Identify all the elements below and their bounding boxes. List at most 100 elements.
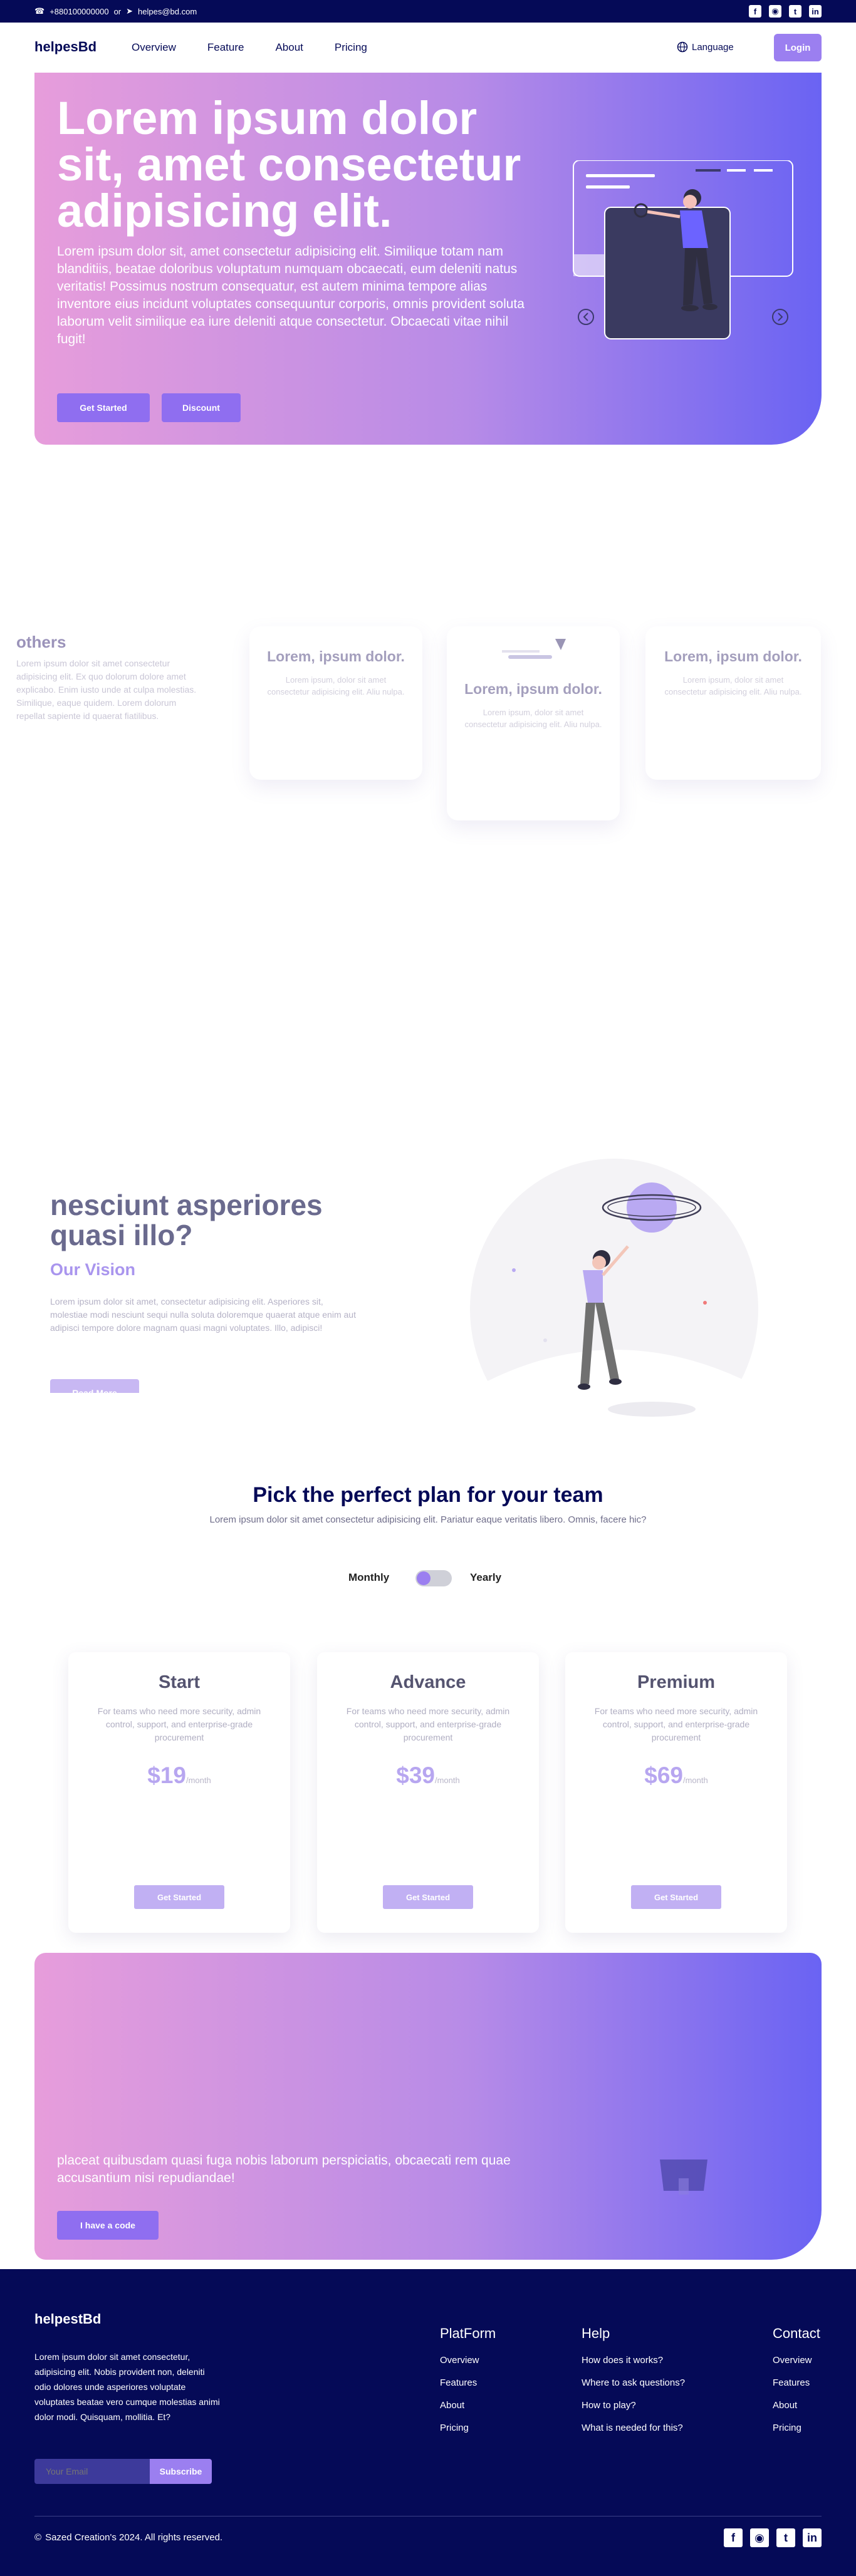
get-started-button[interactable]: Get Started [57, 393, 150, 422]
plan-period: /month [682, 1776, 708, 1785]
plan-amount: $19 [147, 1762, 186, 1788]
nav-about[interactable]: About [275, 41, 303, 54]
linkedin-icon[interactable]: in [803, 2528, 822, 2547]
footer-column-contact: Contact Overview Features About Pricing [773, 2325, 820, 2439]
plan-price: $39/month [317, 1762, 539, 1789]
facebook-icon[interactable]: f [749, 5, 761, 18]
copyright-icon: © [34, 2532, 42, 2543]
plan-price: $69/month [565, 1762, 787, 1789]
footer-link[interactable]: About [773, 2394, 820, 2417]
service-card-title: Lorem, ipsum dolor. [267, 648, 405, 665]
have-code-button[interactable]: I have a code [57, 2211, 159, 2240]
hero-title: Lorem ipsum dolor sit, amet consectetur … [57, 92, 521, 237]
plan-period: /month [185, 1776, 211, 1785]
plan-get-started-button[interactable]: Get Started [383, 1885, 473, 1909]
plan-get-started-button[interactable]: Get Started [134, 1885, 224, 1909]
service-card-text: Lorem ipsum, dolor sit amet consectetur … [664, 675, 802, 696]
plan-card-advance: Advance For teams who need more security… [317, 1652, 539, 1933]
top-socials: f ◉ t in [749, 5, 822, 18]
footer-link[interactable]: Pricing [773, 2417, 820, 2439]
footer-divider [34, 2516, 822, 2517]
hero-text: Lorem ipsum dolor sit, amet consectetur … [57, 244, 525, 346]
footer-description: Lorem ipsum dolor sit amet consectetur, … [34, 2352, 220, 2422]
contact-info: ☎ +880100000000 or ➤ helpes@bd.com [34, 6, 197, 16]
services-intro: others Lorem ipsum dolor sit amet consec… [16, 633, 198, 723]
phone-icon: ☎ [34, 6, 45, 16]
footer-link[interactable]: Overview [440, 2349, 496, 2372]
empty-section [0, 445, 856, 633]
services-title: others [16, 633, 66, 651]
subscribe-button[interactable]: Subscribe [150, 2459, 212, 2484]
twitter-icon[interactable]: t [789, 5, 801, 18]
navbar: helpesBd Overview Feature About Pricing … [0, 23, 856, 73]
service-card-text: Lorem ipsum, dolor sit amet consectetur … [464, 708, 602, 729]
footer-column-title: Help [582, 2325, 610, 2341]
footer-logo[interactable]: helpestBd [34, 2311, 101, 2327]
plan-get-started-button[interactable]: Get Started [631, 1885, 721, 1909]
service-card-3: Lorem, ipsum dolor. Lorem ipsum, dolor s… [645, 626, 821, 780]
instagram-icon[interactable]: ◉ [769, 5, 781, 18]
nav-pricing[interactable]: Pricing [335, 41, 367, 54]
footer-link[interactable]: Features [773, 2372, 820, 2394]
vision-subtitle: Our Vision [50, 1260, 136, 1279]
footer: helpestBd Lorem ipsum dolor sit amet con… [0, 2269, 856, 2576]
top-bar: ☎ +880100000000 or ➤ helpes@bd.com f ◉ t… [0, 0, 856, 23]
login-button[interactable]: Login [774, 34, 822, 61]
phone-number[interactable]: +880100000000 [50, 7, 108, 16]
nav-overview[interactable]: Overview [132, 41, 176, 54]
read-more-button[interactable]: Read More [50, 1379, 139, 1393]
monthly-label[interactable]: Monthly [348, 1571, 389, 1584]
service-card-1: Lorem, ipsum dolor. Lorem ipsum, dolor s… [249, 626, 422, 780]
footer-link[interactable]: What is needed for this? [582, 2417, 685, 2439]
yearly-label[interactable]: Yearly [470, 1571, 501, 1584]
copyright: © Sazed Creation's 2024. All rights rese… [34, 2532, 222, 2543]
send-icon: ➤ [126, 6, 133, 16]
billing-switch[interactable] [415, 1570, 452, 1586]
nav-links: Overview Feature About Pricing [132, 41, 367, 54]
service-card-title: Lorem, ipsum dolor. [664, 648, 802, 665]
logo[interactable]: helpesBd [34, 39, 97, 55]
plan-period: /month [434, 1776, 460, 1785]
footer-link[interactable]: Features [440, 2372, 496, 2394]
services-section: others Lorem ipsum dolor sit amet consec… [0, 626, 856, 820]
footer-link[interactable]: Overview [773, 2349, 820, 2372]
vision-section: nesciunt asperiores quasi illo? Our Visi… [0, 1159, 856, 1447]
linkedin-icon[interactable]: in [809, 5, 822, 18]
globe-icon [677, 41, 688, 53]
twitter-icon[interactable]: t [776, 2528, 795, 2547]
facebook-icon[interactable]: f [724, 2528, 743, 2547]
read-more-clip: Read More [50, 1379, 139, 1393]
nav-feature[interactable]: Feature [207, 41, 244, 54]
service-card-title: Lorem, ipsum dolor. [464, 681, 602, 697]
vision-title: nesciunt asperiores quasi illo? [50, 1189, 323, 1251]
footer-column-title: Contact [773, 2325, 820, 2341]
code-banner: placeat quibusdam quasi fuga nobis labor… [34, 1953, 822, 2260]
switch-knob [417, 1571, 431, 1585]
cta-text: placeat quibusdam quasi fuga nobis labor… [57, 2153, 511, 2185]
plan-card-start: Start For teams who need more security, … [68, 1652, 290, 1933]
service-card-text: Lorem ipsum, dolor sit amet consectetur … [267, 675, 405, 696]
service-card-2: Lorem, ipsum dolor. Lorem ipsum, dolor s… [447, 626, 620, 820]
plan-name: Start [158, 1672, 201, 1692]
footer-column-platform: PlatForm Overview Features About Pricing [440, 2325, 496, 2439]
footer-link[interactable]: How to play? [582, 2394, 685, 2417]
plan-card-premium: Premium For teams who need more security… [565, 1652, 787, 1933]
footer-link[interactable]: Pricing [440, 2417, 496, 2439]
footer-link[interactable]: Where to ask questions? [582, 2372, 685, 2394]
laptop-icon [660, 2160, 707, 2195]
contact-separator: or [113, 6, 122, 16]
newsletter-email-input[interactable] [34, 2459, 150, 2484]
hero-illustration [573, 160, 793, 339]
rocket-icon [502, 639, 566, 659]
vision-text: Lorem ipsum dolor sit amet, consectetur … [50, 1296, 356, 1333]
instagram-icon[interactable]: ◉ [750, 2528, 769, 2547]
email-address[interactable]: helpes@bd.com [138, 7, 197, 16]
footer-link[interactable]: How does it works? [582, 2349, 685, 2372]
services-text: Lorem ipsum dolor sit amet consectetur a… [16, 658, 197, 721]
plan-name: Premium [637, 1672, 716, 1692]
discount-button[interactable]: Discount [162, 393, 241, 422]
language-selector[interactable]: Language [677, 41, 734, 53]
pricing-subtitle: Lorem ipsum dolor sit amet consectetur a… [209, 1514, 647, 1525]
hero-banner: Lorem ipsum dolor sit, amet consectetur … [34, 73, 822, 445]
footer-link[interactable]: About [440, 2394, 496, 2417]
